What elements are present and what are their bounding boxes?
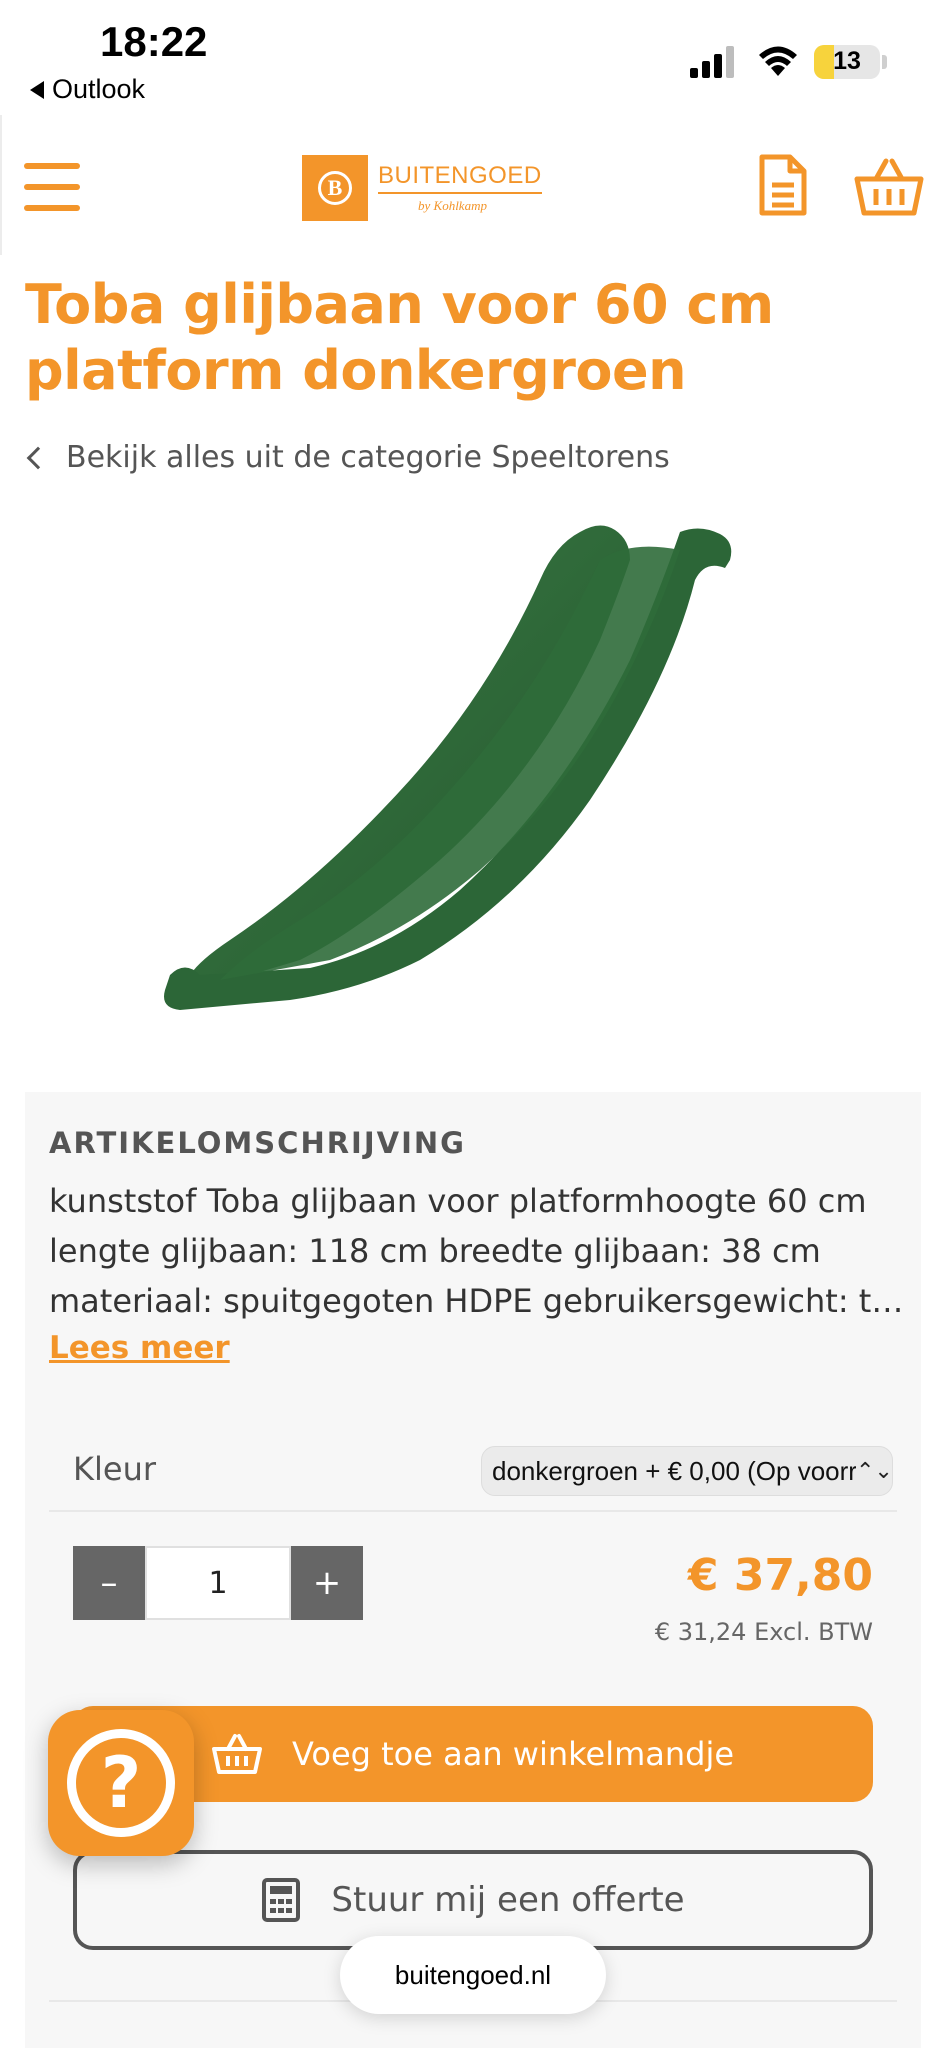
- colour-option-row: Kleur donkergroen + € 0,00 (Op voorraad)…: [49, 1432, 897, 1512]
- site-logo[interactable]: B BUITENGOED by Kohlkamp: [302, 155, 542, 221]
- back-to-app-link[interactable]: Outlook: [30, 74, 145, 105]
- add-to-cart-label: Voeg toe aan winkelmandje: [291, 1735, 735, 1773]
- back-app-label: Outlook: [52, 74, 146, 104]
- basket-icon: [211, 1734, 262, 1774]
- quantity-stepper: – 1 +: [73, 1546, 363, 1620]
- description-line: materiaal: spuitgegoten HDPE gebruikersg…: [49, 1282, 909, 1320]
- colour-select-value: donkergroen + € 0,00 (Op voorraad): [492, 1455, 856, 1486]
- battery-indicator: 13: [814, 45, 880, 79]
- category-breadcrumb[interactable]: Bekijk alles uit de categorie Speeltoren…: [22, 440, 670, 475]
- product-title: Toba glijbaan voor 60 cm platform donker…: [25, 273, 774, 402]
- qty-increase-button[interactable]: +: [291, 1546, 363, 1620]
- select-updown-icon: ⌃⌄: [856, 1458, 893, 1483]
- battery-percent: 13: [833, 47, 861, 75]
- breadcrumb-label: Bekijk alles uit de categorie Speeltoren…: [66, 440, 670, 475]
- description-line: kunststof Toba glijbaan voor platformhoo…: [49, 1182, 867, 1220]
- description-heading: ARTIKELOMSCHRIJVING: [49, 1126, 466, 1160]
- logo-word: BUITENGOED: [378, 162, 542, 194]
- question-mark-icon: ?: [67, 1729, 175, 1837]
- logo-mark: B: [302, 155, 368, 221]
- help-chat-button[interactable]: ?: [48, 1710, 194, 1856]
- price: € 37,80: [687, 1550, 873, 1601]
- description-text: kunststof Toba glijbaan voor platformhoo…: [49, 1176, 909, 1326]
- cellular-signal-icon: [690, 46, 734, 78]
- clock: 18:22: [100, 18, 208, 65]
- description-line: lengte glijbaan: 118 cm breedte glijbaan…: [49, 1232, 821, 1270]
- wifi-icon: [759, 46, 797, 76]
- calculator-icon: [262, 1878, 301, 1922]
- chevron-left-icon: [26, 446, 50, 469]
- logo-b-icon: B: [318, 171, 352, 205]
- quantity-field[interactable]: 1: [145, 1546, 291, 1620]
- colour-label: Kleur: [73, 1450, 156, 1488]
- product-image-slide[interactable]: [160, 520, 780, 1020]
- shopping-basket-icon[interactable]: [854, 157, 924, 217]
- read-more-link[interactable]: Lees meer: [49, 1330, 230, 1366]
- price-excl-vat: € 31,24 Excl. BTW: [654, 1618, 873, 1646]
- request-quote-label: Stuur mij een offerte: [331, 1880, 685, 1920]
- qty-decrease-button[interactable]: –: [73, 1546, 145, 1620]
- logo-sub: by Kohlkamp: [418, 198, 487, 213]
- browser-url-pill[interactable]: buitengoed.nl: [340, 1936, 606, 2014]
- quote-document-icon[interactable]: [758, 153, 808, 217]
- request-quote-button[interactable]: Stuur mij een offerte: [73, 1850, 873, 1950]
- site-header: B BUITENGOED by Kohlkamp: [0, 115, 946, 255]
- battery-tip: [882, 55, 887, 69]
- colour-select[interactable]: donkergroen + € 0,00 (Op voorraad) ⌃⌄: [481, 1446, 893, 1496]
- product-info-panel: ARTIKELOMSCHRIJVING kunststof Toba glijb…: [25, 1092, 921, 2048]
- back-triangle-icon: [30, 80, 44, 99]
- menu-icon[interactable]: [24, 163, 80, 211]
- status-bar: 18:22 Outlook 13: [0, 0, 946, 115]
